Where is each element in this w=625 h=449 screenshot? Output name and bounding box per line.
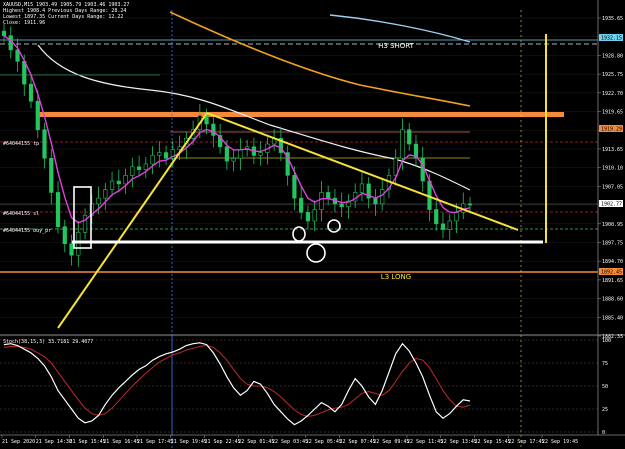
candle-body	[35, 100, 40, 131]
h3-short-label: H3 SHORT	[378, 42, 415, 50]
candle-body	[319, 192, 324, 210]
time-tick-label: 22 Sep 19:45	[542, 439, 578, 445]
candle-body	[136, 166, 142, 170]
price-tick-label: 1928.80	[602, 53, 623, 59]
candle-body	[420, 157, 425, 182]
buy-label: #64044155 buy_pr	[3, 228, 51, 234]
h3-price-label: 1932.15	[601, 36, 622, 42]
l3-long-label: L3 LONG	[381, 273, 411, 281]
time-tick-label: 22 Sep 15:45	[475, 439, 511, 445]
time-tick-label: 22 Sep 13:45	[441, 439, 477, 445]
candle-body	[400, 129, 405, 159]
price-tick-label: 1900.95	[602, 222, 623, 228]
candle-body	[292, 175, 297, 199]
time-tick-label: 22 Sep 05:45	[306, 439, 342, 445]
candle-body	[231, 157, 236, 162]
time-tick-label: 21 Sep 15:45	[70, 439, 106, 445]
candle-body	[434, 209, 439, 225]
time-tick-label: 22 Sep 17:45	[508, 439, 544, 445]
candle-body	[299, 197, 304, 213]
candle-body	[42, 129, 47, 159]
time-tick-label: 22 Sep 07:45	[340, 439, 376, 445]
candle-body	[157, 152, 162, 156]
candle-body	[447, 220, 452, 230]
candle-body	[123, 175, 128, 185]
candle-body	[69, 243, 74, 256]
candle-body	[305, 212, 311, 222]
price-tick-label: 1888.60	[602, 297, 623, 303]
last-price-label: 1902.77	[601, 202, 622, 208]
time-tick-label: 21 Sep 22:45	[205, 439, 241, 445]
candle-body	[407, 129, 412, 145]
candle-body	[211, 123, 216, 136]
candle-body	[150, 155, 155, 165]
candle-body	[373, 197, 378, 205]
price-tick-label: 1907.05	[602, 184, 623, 190]
candle-body	[49, 157, 54, 193]
time-tick-label: 22 Sep 03:45	[272, 439, 308, 445]
price-tick-label: 1913.65	[602, 147, 623, 153]
chart-background	[0, 0, 625, 449]
candle-body	[28, 83, 34, 102]
candle-body	[326, 192, 331, 199]
time-tick-label: 21 Sep 17:45	[137, 439, 173, 445]
candle-body	[1, 30, 7, 36]
candle-body	[258, 152, 263, 156]
price-tick-label: 1910.10	[602, 166, 623, 172]
time-tick-label: 22 Sep 01:45	[238, 439, 274, 445]
candle-body	[224, 146, 229, 162]
candle-body	[163, 152, 169, 159]
stoch-level-label: 100	[602, 338, 611, 344]
price-chart[interactable]: H3 SHORT L3 LONG #64044155 tp #64044155 …	[0, 0, 625, 449]
candle-body	[116, 180, 121, 185]
candle-body	[467, 203, 473, 206]
tp-label: #64044155 tp	[3, 141, 39, 147]
candle-body	[312, 209, 317, 222]
candle-body	[55, 192, 61, 227]
stoch-level-label: 75	[602, 361, 608, 367]
time-tick-label: 22 Sep 11:45	[407, 439, 443, 445]
time-tick-label: 21 Sep 16:45	[103, 439, 139, 445]
info-line-3: Close: 1911.96	[3, 20, 46, 26]
price-tick-label: 1925.75	[602, 72, 623, 78]
time-tick-label: 21 Sep 14:30	[36, 439, 72, 445]
candle-body	[130, 166, 135, 176]
candle-body	[339, 203, 344, 208]
candle-body	[76, 232, 81, 256]
chart-info: XAUUSD,M15 1903.49 1905.79 1903.46 1903.…	[3, 2, 129, 26]
candle-body	[380, 189, 385, 205]
price-tick-label: 1894.70	[602, 259, 623, 265]
sl-label: #64044155 sl	[3, 211, 39, 217]
price-tick-label: 1891.65	[602, 278, 623, 284]
candle-body	[440, 223, 446, 230]
time-tick-label: 22 Sep 09:45	[373, 439, 409, 445]
candle-body	[82, 214, 88, 233]
price-tick-label: 1885.40	[602, 315, 623, 321]
l3-price-label: 1892.45	[601, 270, 622, 276]
orange-zone[interactable]	[38, 112, 564, 117]
time-tick-label: 21 Sep 2020	[2, 439, 35, 445]
candle-body	[143, 163, 148, 170]
candle-body	[238, 149, 243, 159]
candle-body	[96, 197, 101, 205]
candle-body	[359, 183, 365, 193]
candle-body	[103, 189, 108, 199]
time-tick-label: 21 Sep 19:45	[171, 439, 207, 445]
candle-body	[109, 180, 115, 190]
stoch-level-label: 25	[602, 407, 608, 413]
price-tick-label: 1922.70	[602, 91, 623, 97]
orange-price-label: 1919.29	[601, 127, 622, 133]
price-tick-label: 1935.65	[602, 16, 623, 22]
price-tick-label: 1897.75	[602, 240, 623, 246]
stoch-level-label: 50	[602, 384, 608, 390]
price-tick-label: 1919.65	[602, 110, 623, 116]
candle-body	[62, 226, 67, 245]
candle-body	[454, 212, 459, 222]
